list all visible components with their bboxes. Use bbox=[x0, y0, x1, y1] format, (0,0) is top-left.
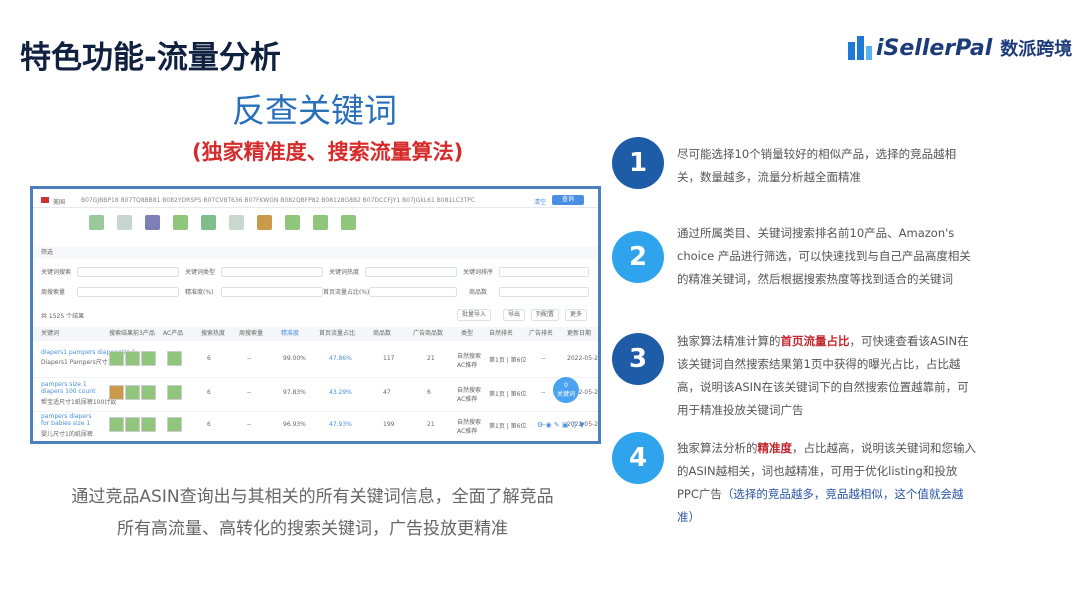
highlight: 首页流量占比 bbox=[780, 334, 850, 348]
product-image[interactable] bbox=[125, 385, 140, 400]
product-image[interactable] bbox=[109, 417, 124, 432]
asin-search-bar: 美国 B07GJBBP18 B07TQ8BB81 B082YDRSP5 B07C… bbox=[33, 193, 598, 208]
product-thumb[interactable] bbox=[285, 215, 300, 230]
page-title: 特色功能-流量分析 bbox=[20, 40, 281, 76]
keyword-sort-select[interactable] bbox=[499, 267, 589, 277]
app-screenshot: 美国 B07GJBBP18 B07TQ8BB81 B082YDRSP5 B07C… bbox=[30, 186, 601, 444]
product-thumb[interactable] bbox=[117, 215, 132, 230]
highlight: 精准度 bbox=[757, 441, 793, 455]
feature-title: 反查关键词 bbox=[232, 91, 397, 130]
batch-import-button[interactable]: 批量导入 bbox=[457, 309, 492, 321]
keyword-type-select[interactable] bbox=[221, 267, 323, 277]
product-thumb[interactable] bbox=[229, 215, 244, 230]
volume-range-input[interactable] bbox=[77, 287, 179, 297]
results-toolbar: 共 1525 个结果 批量导入 导出 列配置 更多 bbox=[33, 309, 598, 321]
step-3-badge: 3 bbox=[612, 333, 664, 385]
ac-product-image[interactable] bbox=[167, 417, 182, 432]
share-range-input[interactable] bbox=[369, 287, 457, 297]
product-thumb[interactable] bbox=[313, 215, 328, 230]
product-thumb[interactable] bbox=[89, 215, 104, 230]
logo-cn: 数派跨境 bbox=[1000, 39, 1073, 60]
step-4-text: 独家算法分析的精准度，占比越高，说明该关键词和您输入的ASIN越相关，词也越精准… bbox=[677, 441, 976, 524]
logo-text: iSellerPal bbox=[876, 35, 993, 61]
filter-row: 关键词搜索 关键词类型 关键词热度 关键词排序 bbox=[33, 267, 598, 277]
feature-subtitle: (独家精准度、搜索流量算法) bbox=[192, 140, 464, 164]
caption-line: 所有高流量、高转化的搜索关键词，广告投放更精准 bbox=[117, 519, 508, 539]
product-thumb[interactable] bbox=[173, 215, 188, 230]
product-image[interactable] bbox=[141, 351, 156, 366]
asin-input[interactable]: B07GJBBP18 B07TQ8BB81 B082YDRSP5 B07CV8T… bbox=[81, 197, 475, 204]
product-thumb[interactable] bbox=[201, 215, 216, 230]
table-row: pampers size 1 diapers 100 count 帮宝适尺寸1纸… bbox=[33, 377, 598, 412]
product-thumb[interactable] bbox=[145, 215, 160, 230]
export-button[interactable]: 导出 bbox=[503, 309, 526, 321]
step-1-text: 尽可能选择10个销量较好的相似产品，选择的竞品越相关，数量越多，流量分析越全面精… bbox=[677, 147, 957, 184]
product-image[interactable] bbox=[125, 351, 140, 366]
toolbar-icons[interactable]: ⚙ ◉ ✎ ▣ ♫ ▼ bbox=[537, 421, 585, 429]
product-thumb[interactable] bbox=[341, 215, 356, 230]
filter-header: 筛选 bbox=[33, 247, 598, 259]
product-image[interactable] bbox=[125, 417, 140, 432]
ac-product-image[interactable] bbox=[167, 351, 182, 366]
step-2-badge: 2 bbox=[612, 231, 664, 283]
precision-range-input[interactable] bbox=[221, 287, 323, 297]
column-config-button[interactable]: 列配置 bbox=[531, 309, 560, 321]
step-1-badge: 1 bbox=[612, 137, 664, 189]
clear-link[interactable]: 清空 bbox=[534, 197, 546, 206]
product-image[interactable] bbox=[109, 351, 124, 366]
more-button[interactable]: 更多 bbox=[565, 309, 588, 321]
table-row: pampers diapers for babies size 1 婴儿尺寸1的… bbox=[33, 411, 598, 441]
product-image[interactable] bbox=[141, 385, 156, 400]
table-header: 关键词 搜索结果前3产品 AC产品 搜索热度 周搜索量 精准度 首页流量占比 商… bbox=[33, 327, 598, 341]
step-3-text: 独家算法精准计算的首页流量占比，可快速查看该ASIN在该关键词自然搜索结果第1页… bbox=[677, 334, 969, 417]
step-2-text: 通过所属类目、关键词搜索排名前10产品、Amazon's choice 产品进行… bbox=[677, 226, 971, 286]
result-count: 共 1525 个结果 bbox=[41, 313, 85, 320]
step-4-badge: 4 bbox=[612, 432, 664, 484]
filter-row: 周搜索量 精准度(%) 首页流量占比(%) 商品数 bbox=[33, 287, 598, 297]
us-flag-icon bbox=[41, 197, 49, 203]
product-image[interactable] bbox=[109, 385, 124, 400]
product-image[interactable] bbox=[141, 417, 156, 432]
marketplace-select[interactable]: 美国 bbox=[53, 197, 65, 206]
search-button[interactable]: 查询 bbox=[552, 195, 584, 205]
brand-logo: iSellerPal 数派跨境 bbox=[848, 34, 1072, 62]
ac-product-image[interactable] bbox=[167, 385, 182, 400]
caption-line: 通过竞品ASIN查询出与其相关的所有关键词信息，全面了解竞品 bbox=[71, 487, 554, 507]
product-thumb[interactable] bbox=[257, 215, 272, 230]
keyword-heat-select[interactable] bbox=[365, 267, 457, 277]
table-row: diapers1 pampers diaper size 1 Diapers1 … bbox=[33, 343, 598, 378]
logo-bars-icon bbox=[848, 36, 872, 60]
item-count-input[interactable] bbox=[499, 287, 589, 297]
keyword-filter-input[interactable] bbox=[77, 267, 179, 277]
floating-keyword-bubble[interactable]: 0 关键词 bbox=[553, 377, 579, 403]
product-thumbnails bbox=[33, 211, 598, 237]
